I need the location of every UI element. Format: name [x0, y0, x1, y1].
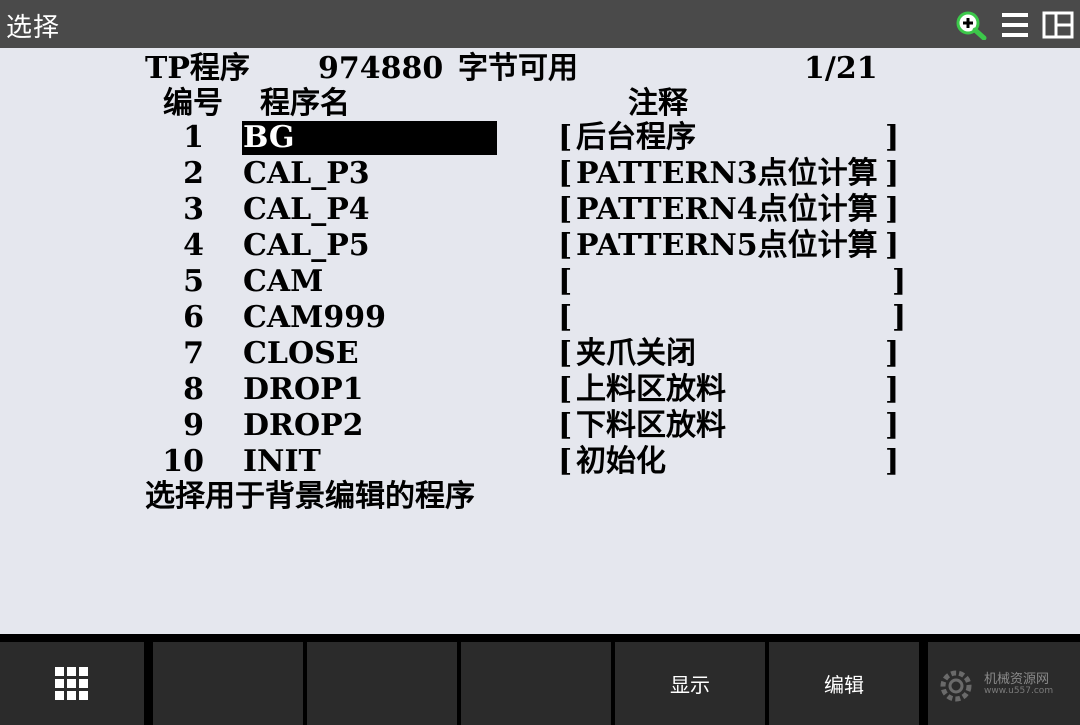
watermark-text: 机械资源网 [984, 672, 1050, 687]
program-number: 1 [183, 120, 204, 155]
gear-watermark-icon [940, 670, 972, 702]
program-comment: 上料区放料 [576, 372, 726, 407]
watermark-url: www.u557.com [984, 686, 1054, 696]
comment-open-bracket: [ [558, 408, 573, 443]
function-key-f3[interactable] [461, 642, 611, 725]
program-number: 8 [183, 372, 204, 407]
grid-icon [55, 666, 88, 700]
zoom-in-icon[interactable] [955, 10, 987, 40]
program-type-label: TP程序 [145, 51, 250, 86]
function-key-f1[interactable] [153, 642, 303, 725]
comment-open-bracket: [ [558, 228, 573, 263]
comment-open-bracket: [ [558, 444, 573, 479]
bytes-available-value: 974880 [318, 51, 444, 86]
program-row[interactable]: 4 CAL_P5 [ PATTERN5点位计算 ] [0, 228, 1080, 264]
program-select-screen: TP程序 974880 字节可用 1/21 编号 程序名 注释 1 BG [ 后… [0, 48, 1080, 634]
program-number: 6 [183, 300, 204, 335]
comment-open-bracket: [ [558, 264, 573, 299]
program-name[interactable]: CAL_P5 [242, 229, 497, 263]
column-header-number: 编号 [163, 86, 223, 121]
comment-close-bracket: ] [892, 300, 907, 335]
prompt-message: 选择用于背景编辑的程序 [145, 479, 475, 514]
program-row[interactable]: 8 DROP1 [ 上料区放料 ] [0, 372, 1080, 408]
comment-close-bracket: ] [885, 444, 900, 479]
comment-close-bracket: ] [885, 408, 900, 443]
comment-close-bracket: ] [885, 228, 900, 263]
program-name[interactable]: BG [242, 121, 497, 155]
program-comment: PATTERN3点位计算 [576, 156, 878, 191]
program-comment: 后台程序 [576, 120, 696, 155]
program-comment: PATTERN4点位计算 [576, 192, 878, 227]
watermark-logo: 机械资源网 www.u557.com [934, 664, 1074, 708]
program-comment: 下料区放料 [576, 408, 726, 443]
program-number: 5 [183, 264, 204, 299]
comment-close-bracket: ] [885, 192, 900, 227]
program-row[interactable]: 3 CAL_P4 [ PATTERN4点位计算 ] [0, 192, 1080, 228]
title-bar: 选择 [0, 0, 1080, 48]
program-row[interactable]: 6 CAM999 [ ] [0, 300, 1080, 336]
comment-open-bracket: [ [558, 120, 573, 155]
screen-title: 选择 [6, 13, 61, 43]
program-name[interactable]: CLOSE [242, 337, 497, 371]
split-view-icon[interactable] [1042, 10, 1074, 40]
program-name[interactable]: CAM [242, 265, 497, 299]
comment-open-bracket: [ [558, 192, 573, 227]
program-row[interactable]: 1 BG [ 后台程序 ] [0, 120, 1080, 156]
comment-close-bracket: ] [885, 156, 900, 191]
program-number: 4 [183, 228, 204, 263]
program-number: 10 [162, 444, 204, 479]
column-header-name: 程序名 [260, 86, 350, 121]
program-row[interactable]: 5 CAM [ ] [0, 264, 1080, 300]
function-key-bar: 显示 编辑 机械资源网 www.u557.com [0, 634, 1080, 725]
next-page-button[interactable]: 机械资源网 www.u557.com [928, 642, 1080, 725]
menu-icon[interactable] [1000, 10, 1032, 40]
comment-close-bracket: ] [885, 372, 900, 407]
program-number: 7 [183, 336, 204, 371]
program-name[interactable]: CAM999 [242, 301, 497, 335]
program-number: 2 [183, 156, 204, 191]
program-name[interactable]: DROP1 [242, 373, 497, 407]
program-row[interactable]: 9 DROP2 [ 下料区放料 ] [0, 408, 1080, 444]
page-indicator: 1/21 [804, 51, 878, 86]
function-key-f2[interactable] [307, 642, 457, 725]
comment-close-bracket: ] [885, 336, 900, 371]
comment-close-bracket: ] [885, 120, 900, 155]
program-name[interactable]: INIT [242, 445, 497, 479]
display-button[interactable]: 显示 [615, 642, 765, 725]
program-row[interactable]: 10 INIT [ 初始化 ] [0, 444, 1080, 480]
comment-open-bracket: [ [558, 156, 573, 191]
comment-open-bracket: [ [558, 336, 573, 371]
column-header-comment: 注释 [628, 86, 688, 121]
program-name[interactable]: DROP2 [242, 409, 497, 443]
program-comment: PATTERN5点位计算 [576, 228, 878, 263]
program-number: 3 [183, 192, 204, 227]
program-number: 9 [183, 408, 204, 443]
program-name[interactable]: CAL_P3 [242, 157, 497, 191]
program-comment: 夹爪关闭 [576, 336, 696, 371]
comment-open-bracket: [ [558, 300, 573, 335]
bytes-available-label: 字节可用 [458, 51, 578, 86]
comment-open-bracket: [ [558, 372, 573, 407]
edit-button[interactable]: 编辑 [769, 642, 919, 725]
program-row[interactable]: 2 CAL_P3 [ PATTERN3点位计算 ] [0, 156, 1080, 192]
apps-grid-button[interactable] [0, 642, 144, 725]
comment-close-bracket: ] [892, 264, 907, 299]
program-row[interactable]: 7 CLOSE [ 夹爪关闭 ] [0, 336, 1080, 372]
program-comment: 初始化 [576, 444, 666, 479]
program-name[interactable]: CAL_P4 [242, 193, 497, 227]
